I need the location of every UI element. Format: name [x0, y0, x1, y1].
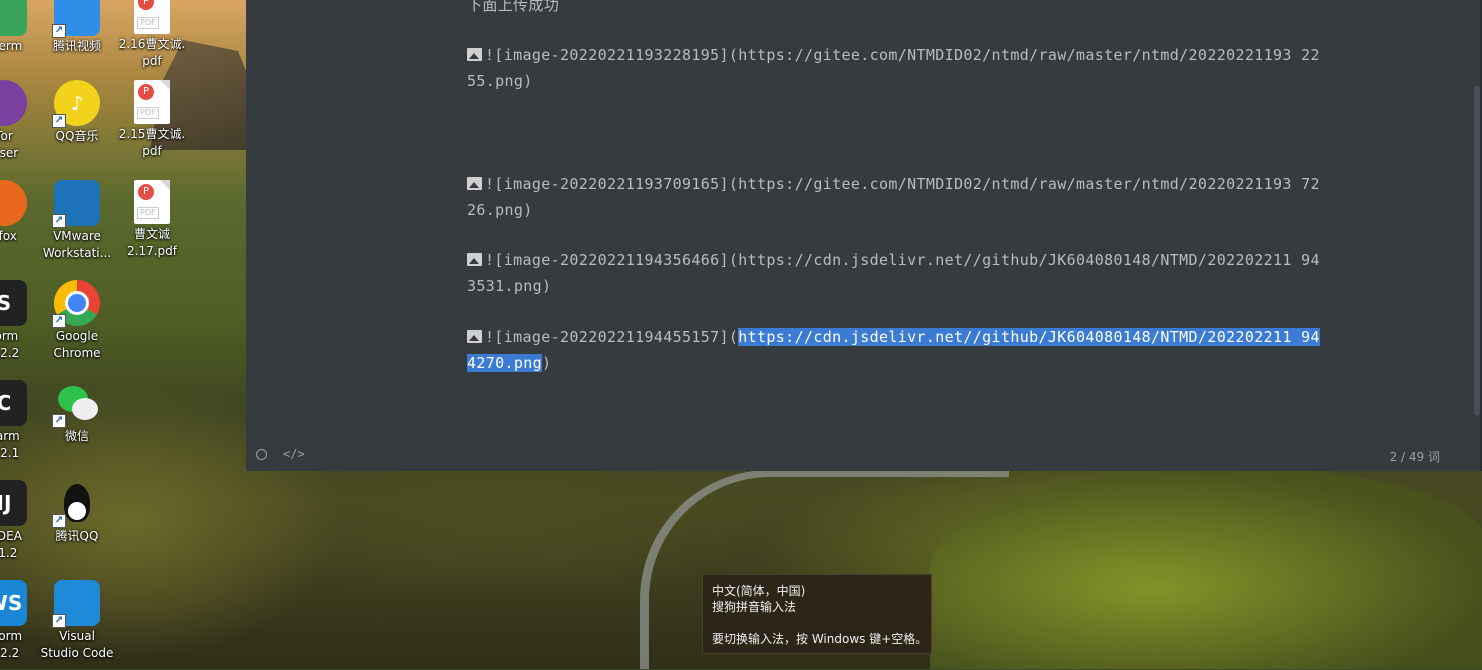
editor-line-upload-success: 下面上传成功 — [467, 0, 560, 14]
image-markdown-text: ![image-20220221193709165](https://gitee… — [467, 175, 1320, 219]
vmware-workstation-icon: ↗ — [52, 180, 100, 228]
shortcut-arrow-icon: ↗ — [52, 314, 66, 328]
desktop-icon-label: 腾讯视频 — [52, 39, 101, 53]
desktop-icon-label: Visual Studio Code — [40, 629, 114, 660]
markdown-image-line-4[interactable]: ![image-20220221194455157](https://cdn.j… — [467, 324, 1327, 376]
desktop-icon-label: QQ音乐 — [55, 129, 99, 143]
word-count-status[interactable]: 2 / 49 词 — [1390, 448, 1440, 465]
markdown-image-line-1[interactable]: ![image-20220221193228195](https://gitee… — [467, 42, 1327, 94]
wechat-icon: ↗ — [52, 380, 100, 428]
desktop-shortcut[interactable]: ♪ ↗ QQ音乐 — [37, 80, 117, 170]
desktop-icon-label: Google Chrome — [53, 329, 101, 360]
shortcut-arrow-icon: ↗ — [52, 614, 66, 628]
vscode-icon: ↗ — [52, 580, 100, 628]
desktop-shortcut[interactable]: ↗ 微信 — [37, 380, 117, 470]
outline-toggle-icon[interactable] — [256, 449, 267, 460]
ime-language: 中文(简体，中国) — [712, 584, 806, 598]
pdf-badge: P — [138, 184, 154, 200]
qq-music-icon: ♪ ↗ — [52, 80, 100, 128]
image-markdown-text: ![image-20220221194356466](https://cdn.j… — [467, 251, 1320, 295]
pdf-file-icon: P PDF — [134, 0, 170, 34]
desktop-icon-label: 微信 — [64, 429, 89, 443]
desktop-shortcut[interactable]: ↗ 腾讯QQ — [37, 480, 117, 570]
pdf-file-icon: P PDF — [134, 180, 170, 224]
pdf-label: PDF — [137, 207, 159, 219]
ime-switch-tooltip: 中文(简体，中国) 搜狗拼音输入法 要切换输入法，按 Windows 键+空格。 — [702, 574, 932, 654]
desktop-shortcut[interactable]: ↗ 腾讯视频 — [37, 0, 117, 80]
qq-icon: ↗ — [52, 480, 100, 528]
editor-scrollbar[interactable] — [1474, 86, 1480, 416]
shortcut-arrow-icon: ↗ — [52, 514, 66, 528]
ime-hint: 要切换输入法，按 Windows 键+空格。 — [712, 632, 928, 646]
desktop-shortcut[interactable]: P PDF 2.16曹文诚. pdf — [112, 0, 192, 80]
source-code-mode-button[interactable]: </> — [283, 447, 305, 461]
markdown-editor-window[interactable]: 下面上传成功 ![image-20220221193228195](https:… — [246, 0, 1482, 471]
phpstorm-icon: S↗ — [0, 280, 27, 326]
webstorm-icon: WS↗ — [0, 580, 27, 626]
firefox-icon: ↗ — [0, 180, 27, 226]
shortcut-arrow-icon: ↗ — [52, 414, 66, 428]
desktop-icon-label: 2.15曹文诚. pdf — [118, 127, 186, 158]
image-markdown-prefix: ![image-20220221194455157]( — [485, 328, 739, 346]
image-markdown-suffix: ) — [542, 354, 552, 372]
desktop-icon-label: VMware Workstati... — [42, 229, 112, 260]
ime-method: 搜狗拼音输入法 — [712, 600, 797, 614]
desktop-shortcut[interactable]: P PDF 曹文诚 2.17.pdf — [112, 180, 192, 270]
pdf-label: PDF — [137, 107, 159, 119]
desktop-icon-label: 腾讯QQ — [55, 529, 99, 543]
shortcut-arrow-icon: ↗ — [52, 24, 66, 38]
markdown-image-line-3[interactable]: ![image-20220221194356466](https://cdn.j… — [467, 247, 1327, 299]
image-markdown-text: ![image-20220221193228195](https://gitee… — [467, 46, 1320, 90]
intellij-idea-icon: IJ↗ — [0, 480, 27, 526]
shortcut-arrow-icon: ↗ — [52, 114, 66, 128]
tencent-video-icon: ↗ — [52, 0, 100, 38]
shortcut-arrow-icon: ↗ — [52, 214, 66, 228]
markdown-image-line-2[interactable]: ![image-20220221193709165](https://gitee… — [467, 171, 1327, 223]
pdf-file-icon: P PDF — [134, 80, 170, 124]
mobaxterm-icon: ↗ — [0, 0, 27, 36]
desktop-shortcut[interactable]: ↗ Google Chrome — [37, 280, 117, 370]
pdf-label: PDF — [137, 17, 159, 29]
desktop-shortcut[interactable]: P PDF 2.15曹文诚. pdf — [112, 80, 192, 170]
pdf-badge: P — [138, 0, 154, 10]
image-icon — [467, 330, 482, 343]
desktop-shortcut[interactable]: ↗ Visual Studio Code — [37, 580, 117, 670]
pdf-badge: P — [138, 84, 154, 100]
desktop-icon-label: 2.16曹文诚. pdf — [118, 37, 186, 68]
tor-browser-icon: ↗ — [0, 80, 27, 126]
pycharm-icon: C↗ — [0, 380, 27, 426]
desktop-shortcut[interactable]: ↗ VMware Workstati... — [37, 180, 117, 270]
desktop-icon-label: 曹文诚 2.17.pdf — [127, 227, 177, 258]
image-icon — [467, 253, 482, 266]
broken-image-icon — [467, 177, 482, 190]
wallpaper-hill — [930, 470, 1482, 669]
broken-image-icon — [467, 48, 482, 61]
chrome-icon: ↗ — [52, 280, 100, 328]
